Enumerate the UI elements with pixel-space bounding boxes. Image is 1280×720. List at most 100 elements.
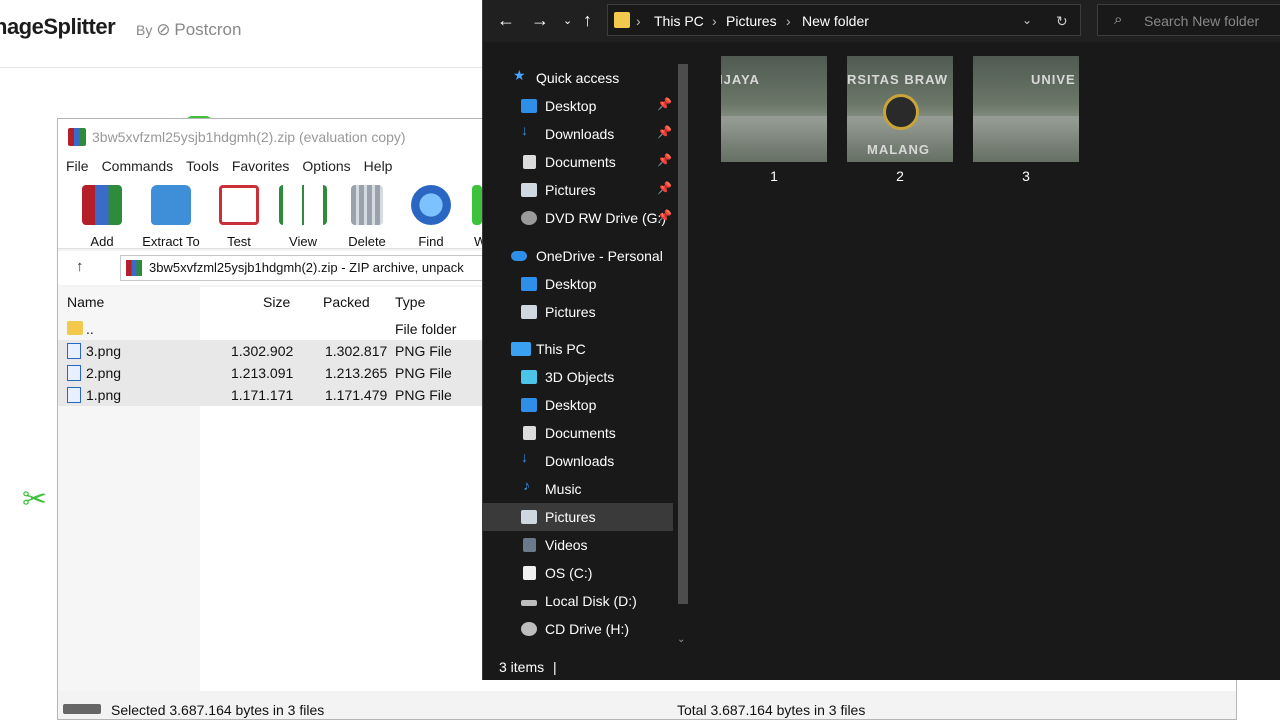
explorer-toolbar: ← → ⌄ ↑ › This PC › Pictures › New folde… bbox=[483, 0, 1280, 42]
menu-favorites[interactable]: Favorites bbox=[232, 155, 290, 177]
nav-os-c[interactable]: OS (C:) bbox=[483, 559, 673, 587]
table-row-parent[interactable]: .. File folder bbox=[58, 318, 488, 340]
file-item-3[interactable]: UNIVE 3 bbox=[973, 56, 1079, 184]
nav-label: CD Drive (H:) bbox=[545, 621, 629, 637]
refresh-icon[interactable]: ↻ bbox=[1056, 13, 1068, 30]
up-arrow-icon[interactable]: ↑ bbox=[583, 10, 592, 31]
nav-label: Documents bbox=[545, 425, 616, 441]
pictures-icon bbox=[521, 510, 537, 524]
explorer-address-bar[interactable]: › This PC › Pictures › New folder ⌄ ↻ bbox=[607, 4, 1081, 36]
nav-music[interactable]: ♪ Music bbox=[483, 475, 673, 503]
breadcrumb-sep: › bbox=[636, 13, 641, 29]
drive-icon bbox=[523, 566, 536, 580]
cloud-icon bbox=[511, 251, 527, 261]
cd-icon bbox=[521, 622, 537, 636]
drive-icon bbox=[521, 600, 537, 606]
menu-commands[interactable]: Commands bbox=[102, 155, 174, 177]
clipboard-check-icon bbox=[219, 185, 259, 225]
nav-onedrive[interactable]: OneDrive - Personal bbox=[483, 242, 673, 270]
nav-quick-access[interactable]: ★ Quick access bbox=[483, 64, 673, 92]
add-label: Add bbox=[90, 234, 114, 249]
col-name[interactable]: Name bbox=[67, 294, 104, 310]
folder-icon bbox=[67, 321, 83, 335]
thumbnail-ground bbox=[721, 116, 827, 162]
table-row[interactable]: 2.png 1.213.091 1.213.265 PNG File bbox=[58, 362, 488, 384]
nav-3d-objects[interactable]: 3D Objects bbox=[483, 363, 673, 391]
nav-label: OS (C:) bbox=[545, 565, 593, 581]
col-type[interactable]: Type bbox=[395, 294, 425, 310]
nav-local-disk-d[interactable]: Local Disk (D:) bbox=[483, 587, 673, 615]
find-button[interactable]: Find bbox=[398, 185, 464, 249]
nav-downloads[interactable]: ↓ Downloads bbox=[483, 447, 673, 475]
menu-help[interactable]: Help bbox=[364, 155, 393, 177]
row-packed: 1.213.265 bbox=[325, 365, 388, 381]
site-logo[interactable]: nageSplitter bbox=[0, 14, 116, 40]
search-icon: ⌕ bbox=[1114, 11, 1123, 28]
scrollbar-thumb[interactable] bbox=[678, 64, 688, 604]
pin-icon: 📌 bbox=[657, 209, 672, 223]
book-icon bbox=[279, 185, 327, 225]
add-button[interactable]: Add bbox=[69, 185, 135, 249]
test-button[interactable]: Test bbox=[206, 185, 272, 249]
nav-label: Downloads bbox=[545, 453, 615, 469]
row-size: 1.171.171 bbox=[231, 387, 294, 403]
table-row[interactable]: 1.png 1.171.171 1.171.479 PNG File bbox=[58, 384, 488, 406]
menu-options[interactable]: Options bbox=[302, 155, 350, 177]
extract-to-button[interactable]: Extract To bbox=[138, 185, 204, 249]
thumbnail-text: UNIVE bbox=[1031, 72, 1076, 87]
by-postcron[interactable]: By ⊘ Postcron bbox=[136, 20, 241, 40]
col-packed[interactable]: Packed bbox=[323, 294, 370, 310]
pictures-icon bbox=[521, 183, 537, 197]
document-icon bbox=[523, 426, 536, 440]
nav-onedrive-desktop[interactable]: Desktop bbox=[483, 270, 673, 298]
delete-label: Delete bbox=[348, 234, 386, 249]
forward-arrow-icon[interactable]: → bbox=[531, 10, 549, 31]
view-button[interactable]: View bbox=[270, 185, 336, 249]
nav-documents-pinned[interactable]: Documents 📌 bbox=[483, 148, 673, 176]
back-arrow-icon[interactable]: ← bbox=[497, 10, 515, 31]
nav-desktop[interactable]: Desktop bbox=[483, 391, 673, 419]
thumbnail-ground bbox=[973, 116, 1079, 162]
nav-documents[interactable]: Documents bbox=[483, 419, 673, 447]
scroll-down-icon[interactable]: ⌄ bbox=[677, 634, 685, 645]
address-dropdown-icon[interactable]: ⌄ bbox=[1022, 13, 1032, 27]
thumbnail-text: MALANG bbox=[867, 142, 931, 157]
row-type: File folder bbox=[395, 321, 457, 337]
png-file-icon bbox=[67, 387, 81, 403]
file-item-2[interactable]: RSITAS BRAW MALANG 2 bbox=[847, 56, 953, 184]
delete-button[interactable]: Delete bbox=[334, 185, 400, 249]
image-thumbnail: UNIVE bbox=[973, 56, 1079, 162]
winrar-icon bbox=[68, 128, 86, 146]
pin-icon: 📌 bbox=[657, 153, 672, 167]
search-box[interactable]: ⌕ Search New folder bbox=[1097, 4, 1280, 36]
image-thumbnail: IJAYA bbox=[721, 56, 827, 162]
nav-desktop-pinned[interactable]: Desktop 📌 bbox=[483, 92, 673, 120]
nav-pictures[interactable]: Pictures bbox=[483, 503, 673, 531]
table-row[interactable]: 3.png 1.302.902 1.302.817 PNG File bbox=[58, 340, 488, 362]
file-item-1[interactable]: IJAYA 1 bbox=[721, 56, 827, 184]
row-size: 1.302.902 bbox=[231, 343, 294, 359]
nav-cd-drive-h[interactable]: CD Drive (H:) bbox=[483, 615, 673, 643]
nav-videos[interactable]: Videos bbox=[483, 531, 673, 559]
video-icon bbox=[523, 538, 536, 552]
menu-tools[interactable]: Tools bbox=[186, 155, 219, 177]
menu-file[interactable]: File bbox=[66, 155, 89, 177]
university-seal bbox=[883, 94, 919, 130]
breadcrumb-this-pc[interactable]: This PC bbox=[654, 13, 704, 29]
thumbnail-text: IJAYA bbox=[721, 72, 760, 87]
nav-label: Pictures bbox=[545, 509, 596, 525]
breadcrumb-new-folder[interactable]: New folder bbox=[802, 13, 869, 29]
nav-dvd-drive[interactable]: DVD RW Drive (G:) 📌 bbox=[483, 204, 673, 232]
winrar-title: 3bw5xvfzml25ysjb1hdgmh(2).zip (evaluatio… bbox=[92, 129, 406, 145]
col-size[interactable]: Size bbox=[263, 294, 290, 310]
breadcrumb-pictures[interactable]: Pictures bbox=[726, 13, 777, 29]
nav-label: DVD RW Drive (G:) bbox=[545, 210, 667, 226]
recent-dropdown-icon[interactable]: ⌄ bbox=[563, 14, 572, 27]
up-arrow-icon[interactable]: ↑ bbox=[76, 258, 84, 275]
star-icon: ★ bbox=[513, 67, 526, 83]
nav-scrollbar[interactable]: ⌄ bbox=[675, 64, 691, 654]
nav-pictures-pinned[interactable]: Pictures 📌 bbox=[483, 176, 673, 204]
nav-onedrive-pictures[interactable]: Pictures bbox=[483, 298, 673, 326]
nav-downloads-pinned[interactable]: ↓ Downloads 📌 bbox=[483, 120, 673, 148]
nav-this-pc[interactable]: This PC bbox=[483, 335, 673, 363]
